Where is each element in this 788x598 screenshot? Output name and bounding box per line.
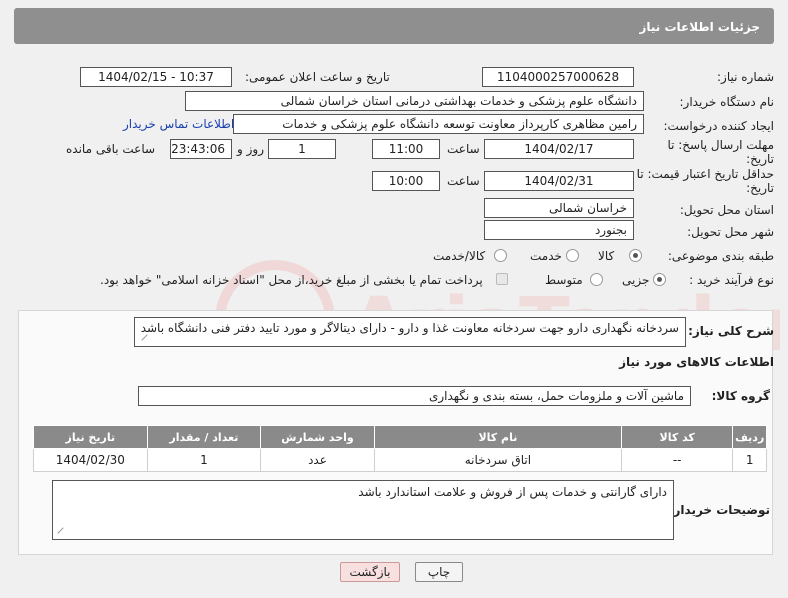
category-option-goods: کالا — [598, 249, 615, 263]
col-row: ردیف — [732, 425, 767, 449]
announce-datetime-field: 1404/02/15 - 10:37 — [80, 67, 232, 87]
cell-row: 1 — [732, 448, 767, 472]
treasury-payment-note: پرداخت تمام یا بخشی از مبلغ خرید،از محل … — [100, 273, 483, 287]
price-validity-label: حداقل تاریخ اعتبار قیمت: تا تاریخ: — [636, 167, 774, 195]
category-option-both: کالا/خدمت — [433, 249, 486, 263]
days-label: روز و — [237, 142, 264, 156]
buyer-org-field: دانشگاه علوم پزشکی و خدمات بهداشتی درمان… — [185, 91, 644, 111]
goods-table-header: ردیف کد کالا نام کالا واحد شمارش تعداد /… — [33, 425, 767, 449]
col-code: کد کالا — [620, 425, 734, 449]
reply-deadline-days: 1 — [268, 139, 336, 159]
creator-field: رامین مظاهری کارپرداز معاونت توسعه دانشگ… — [233, 114, 644, 134]
goods-group-label: گروه کالا: — [711, 389, 770, 403]
col-unit: واحد شمارش — [260, 425, 375, 449]
description-text: سردخانه نگهداری دارو جهت سردخانه معاونت … — [140, 321, 679, 335]
reply-deadline-label: مهلت ارسال پاسخ: تا تاریخ: — [667, 138, 774, 166]
announce-datetime-label: تاریخ و ساعت اعلان عمومی: — [245, 70, 390, 84]
remaining-time: 23:43:06 — [170, 139, 232, 159]
delivery-city-label: شهر محل تحویل: — [687, 225, 774, 239]
category-radio-goods[interactable] — [629, 249, 642, 262]
delivery-province-label: استان محل تحویل: — [679, 203, 774, 217]
buyer-notes-label: توضیحات خریدار: — [668, 503, 770, 517]
cell-name: اتاق سردخانه — [373, 448, 623, 472]
category-radio-both[interactable] — [494, 249, 507, 262]
back-button[interactable]: بازگشت — [340, 562, 400, 582]
goods-table: ردیف کد کالا نام کالا واحد شمارش تعداد /… — [33, 425, 767, 472]
print-button[interactable]: چاپ — [415, 562, 463, 582]
description-label: شرح کلی نیاز: — [688, 324, 774, 338]
delivery-city-field: بجنورد — [484, 220, 634, 240]
cell-qty: 1 — [146, 448, 262, 472]
process-option-minor: جزیی — [622, 273, 650, 287]
cell-code: -- — [620, 448, 734, 472]
buyer-notes-text: دارای گارانتی و خدمات پس از فروش و علامت… — [358, 485, 667, 499]
price-validity-time-label: ساعت — [447, 174, 480, 188]
goods-section-title: اطلاعات کالاهای مورد نیاز — [619, 355, 774, 369]
col-qty: تعداد / مقدار — [146, 425, 262, 449]
need-number-field: 1104000257000628 — [482, 67, 634, 87]
delivery-province-field: خراسان شمالی — [484, 198, 634, 218]
reply-deadline-date: 1404/02/17 — [484, 139, 634, 159]
category-option-service: خدمت — [530, 249, 562, 263]
buyer-notes-field: دارای گارانتی و خدمات پس از فروش و علامت… — [52, 480, 674, 540]
resize-handle-icon[interactable] — [141, 334, 153, 346]
cell-unit: عدد — [260, 448, 375, 472]
price-validity-date: 1404/02/31 — [484, 171, 634, 191]
reply-deadline-time: 11:00 — [372, 139, 440, 159]
need-number-label: شماره نیاز: — [717, 70, 774, 84]
treasury-payment-checkbox[interactable] — [496, 273, 508, 285]
process-radio-minor[interactable] — [653, 273, 666, 286]
process-option-medium: متوسط — [545, 273, 583, 287]
category-label: طبقه بندی موضوعی: — [667, 249, 774, 263]
process-type-label: نوع فرآیند خرید : — [689, 273, 774, 287]
col-name: نام کالا — [373, 425, 623, 449]
buyer-org-label: نام دستگاه خریدار: — [679, 95, 775, 109]
table-row: 1 -- اتاق سردخانه عدد 1 1404/02/30 — [33, 448, 767, 472]
page-header: جزئیات اطلاعات نیاز — [14, 8, 774, 44]
category-radio-service[interactable] — [566, 249, 579, 262]
description-field: سردخانه نگهداری دارو جهت سردخانه معاونت … — [134, 317, 686, 347]
process-radio-medium[interactable] — [590, 273, 603, 286]
cell-date: 1404/02/30 — [33, 448, 148, 472]
creator-label: ایجاد کننده درخواست: — [663, 119, 774, 133]
col-date: تاریخ نیاز — [33, 425, 148, 449]
buyer-contact-link[interactable]: اطلاعات تماس خریدار — [123, 117, 234, 131]
remaining-label: ساعت باقی مانده — [66, 142, 156, 156]
notes-resize-handle-icon[interactable] — [57, 527, 69, 539]
reply-deadline-time-label: ساعت — [447, 142, 480, 156]
price-validity-time: 10:00 — [372, 171, 440, 191]
goods-group-field: ماشین آلات و ملزومات حمل، بسته بندی و نگ… — [138, 386, 691, 406]
page-title: جزئیات اطلاعات نیاز — [639, 20, 760, 34]
